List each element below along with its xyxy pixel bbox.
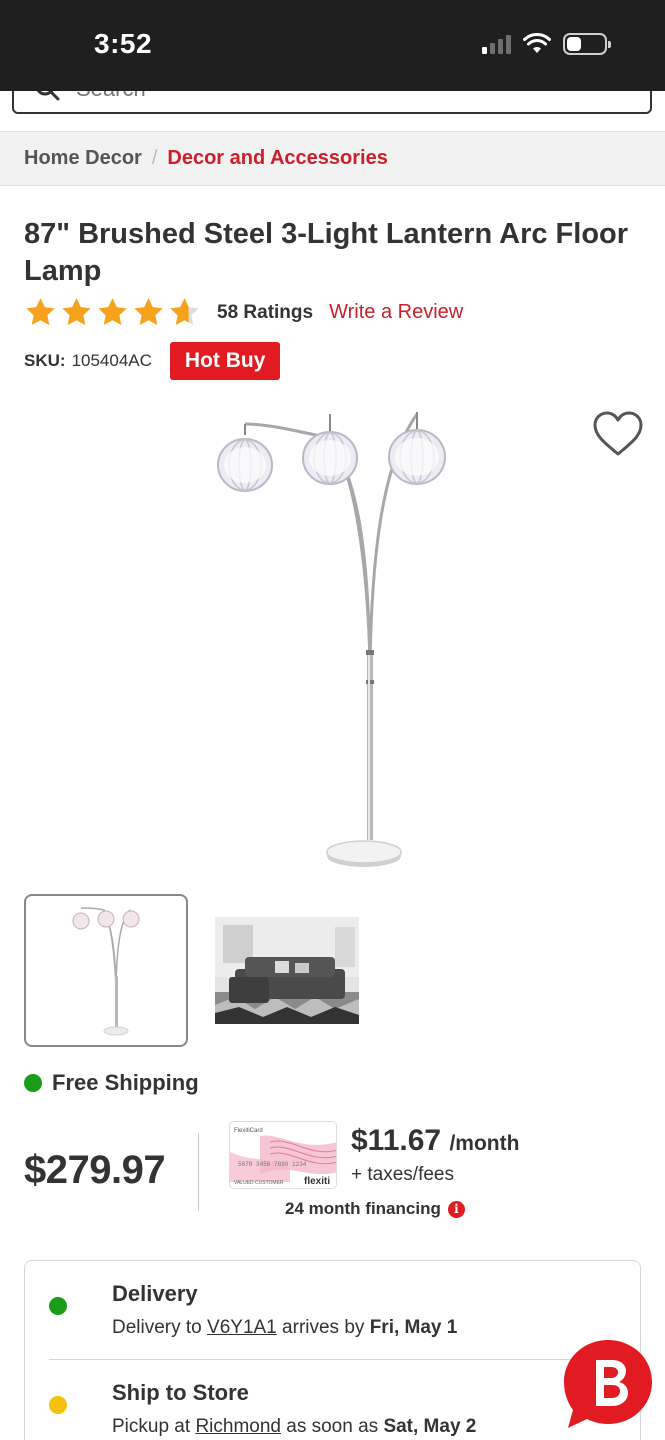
pickup-middle: as soon as: [280, 1416, 384, 1437]
product-main-image[interactable]: [180, 400, 480, 880]
search-box[interactable]: [12, 91, 652, 114]
breadcrumb-separator: /: [151, 147, 158, 169]
status-bar: 3:52: [0, 0, 665, 91]
star-icon: [134, 298, 163, 326]
product-title: 87" Brushed Steel 3-Light Lantern Arc Fl…: [24, 218, 629, 287]
sku-label: SKU:: [24, 351, 66, 370]
card-brand-text: flexiti: [304, 1176, 330, 1187]
product-price: $279.97: [24, 1148, 166, 1192]
store-link[interactable]: Richmond: [195, 1416, 281, 1437]
monthly-suffix: /month: [449, 1132, 520, 1155]
battery-icon: [563, 33, 611, 55]
card-holder-text: VALUED CUSTOMER: [234, 1180, 284, 1186]
thumbnail-lamp[interactable]: [24, 894, 188, 1047]
signal-icon: [482, 34, 511, 54]
write-review-link[interactable]: Write a Review: [329, 301, 463, 324]
ship-to-store-title: Ship to Store: [112, 1380, 249, 1405]
star-icon: [98, 298, 127, 326]
price-divider: [198, 1133, 199, 1211]
star-rating[interactable]: [24, 296, 201, 329]
rating-row: 58 Ratings Write a Review: [24, 296, 463, 329]
fulfillment-options: Delivery Delivery to V6Y1A1 arrives by F…: [24, 1260, 641, 1440]
flexiti-card-graphic: FlexitiCard 5078 3456 7890 1234 VALUED C…: [230, 1122, 336, 1188]
search-icon[interactable]: [34, 91, 60, 101]
breadcrumb-current-link[interactable]: Decor and Accessories: [167, 147, 387, 170]
monthly-amount: $11.67: [351, 1124, 442, 1157]
card-name-text: FlexitiCard: [234, 1128, 263, 1134]
delivery-option[interactable]: Delivery Delivery to V6Y1A1 arrives by F…: [49, 1261, 619, 1359]
status-dot-green: [24, 1074, 42, 1092]
lamp-shade: [388, 429, 446, 485]
flexiti-card-image[interactable]: FlexitiCard 5078 3456 7890 1234 VALUED C…: [229, 1121, 337, 1189]
pickup-prefix: Pickup at: [112, 1416, 196, 1437]
thumbnail-room[interactable]: [215, 917, 359, 1024]
financing-info: 24 month financing i: [285, 1199, 465, 1219]
search-bar: [0, 91, 665, 131]
star-icon: [26, 298, 55, 326]
free-shipping-label: Free Shipping: [52, 1070, 199, 1095]
chat-icon[interactable]: [560, 1336, 656, 1432]
taxes-fees: + taxes/fees: [351, 1164, 454, 1185]
status-dot-green: [49, 1297, 67, 1315]
thumbnail-room-image: [215, 917, 359, 1024]
pickup-date: Sat, May 2: [383, 1416, 477, 1437]
free-shipping: Free Shipping: [24, 1070, 199, 1096]
delivery-title: Delivery: [112, 1281, 198, 1306]
sku-value: 105404AC: [71, 351, 152, 370]
svg-text:5078 3456 7890 1234: 5078 3456 7890 1234: [238, 1161, 307, 1168]
postal-code-link[interactable]: V6Y1A1: [207, 1317, 277, 1338]
search-input[interactable]: [76, 91, 476, 102]
ship-to-store-option[interactable]: Ship to Store Pickup at Richmond as soon…: [49, 1360, 619, 1440]
financing-label: 24 month financing: [285, 1199, 441, 1218]
breadcrumb-home-link[interactable]: Home Decor: [24, 147, 142, 170]
lamp-shade: [302, 431, 358, 485]
breadcrumb: Home Decor / Decor and Accessories: [0, 131, 665, 186]
ratings-count-link[interactable]: 58 Ratings: [217, 302, 313, 324]
delivery-middle: arrives by: [276, 1317, 370, 1338]
star-half-icon: [170, 298, 199, 326]
thumbnail-lamp-image: [72, 907, 140, 1036]
monthly-price: $11.67 /month: [351, 1124, 519, 1158]
sku-row: SKU: 105404AC Hot Buy: [24, 341, 281, 381]
wifi-icon: [523, 33, 551, 53]
delivery-description: Delivery to V6Y1A1 arrives by Fri, May 1: [112, 1317, 457, 1339]
status-time: 3:52: [94, 28, 153, 59]
ship-to-store-description: Pickup at Richmond as soon as Sat, May 2: [112, 1416, 476, 1438]
lamp-shade: [217, 438, 273, 492]
star-icon: [62, 298, 91, 326]
heart-icon[interactable]: [592, 410, 644, 458]
hot-buy-badge: Hot Buy: [169, 342, 281, 380]
info-icon[interactable]: i: [447, 1200, 465, 1218]
delivery-date: Fri, May 1: [369, 1317, 458, 1338]
status-dot-yellow: [49, 1396, 67, 1414]
delivery-prefix: Delivery to: [112, 1317, 208, 1338]
status-icons: [482, 33, 611, 55]
